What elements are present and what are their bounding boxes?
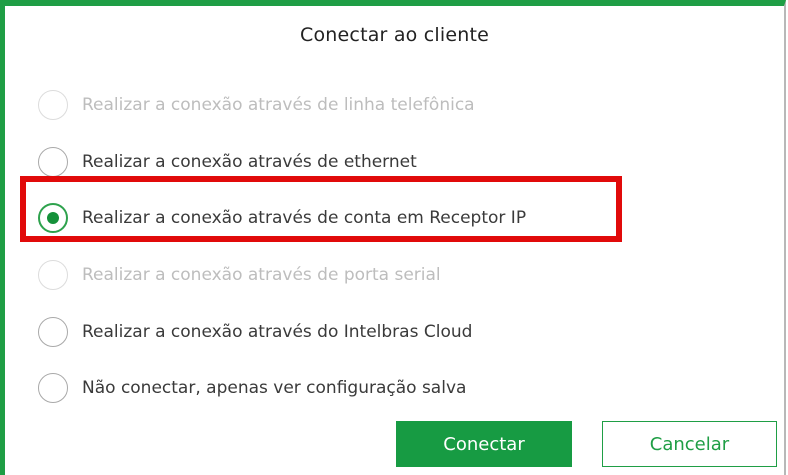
option-label: Realizar a conexão através de ethernet: [82, 152, 417, 172]
radio-button[interactable]: [38, 147, 68, 177]
radio-button[interactable]: [38, 373, 68, 403]
dialog-title: Conectar ao cliente: [300, 24, 489, 46]
option-label: Realizar a conexão através do Intelbras …: [82, 322, 473, 342]
option-intelbras-cloud[interactable]: Realizar a conexão através do Intelbras …: [38, 315, 472, 349]
option-serial-port: Realizar a conexão através de porta seri…: [38, 258, 441, 292]
option-label: Realizar a conexão através de porta seri…: [82, 265, 441, 285]
cancel-button[interactable]: Cancelar: [602, 421, 777, 467]
option-label: Realizar a conexão através de linha tele…: [82, 95, 475, 115]
radio-button: [38, 260, 68, 290]
radio-button: [38, 90, 68, 120]
option-telephone-line: Realizar a conexão através de linha tele…: [38, 88, 475, 122]
radio-button[interactable]: [38, 317, 68, 347]
connect-button[interactable]: Conectar: [396, 421, 572, 467]
option-view-saved-config[interactable]: Não conectar, apenas ver configuração sa…: [38, 371, 466, 405]
option-label: Não conectar, apenas ver configuração sa…: [82, 378, 467, 398]
option-ethernet[interactable]: Realizar a conexão através de ethernet: [38, 145, 417, 179]
highlight-box: [20, 176, 622, 242]
